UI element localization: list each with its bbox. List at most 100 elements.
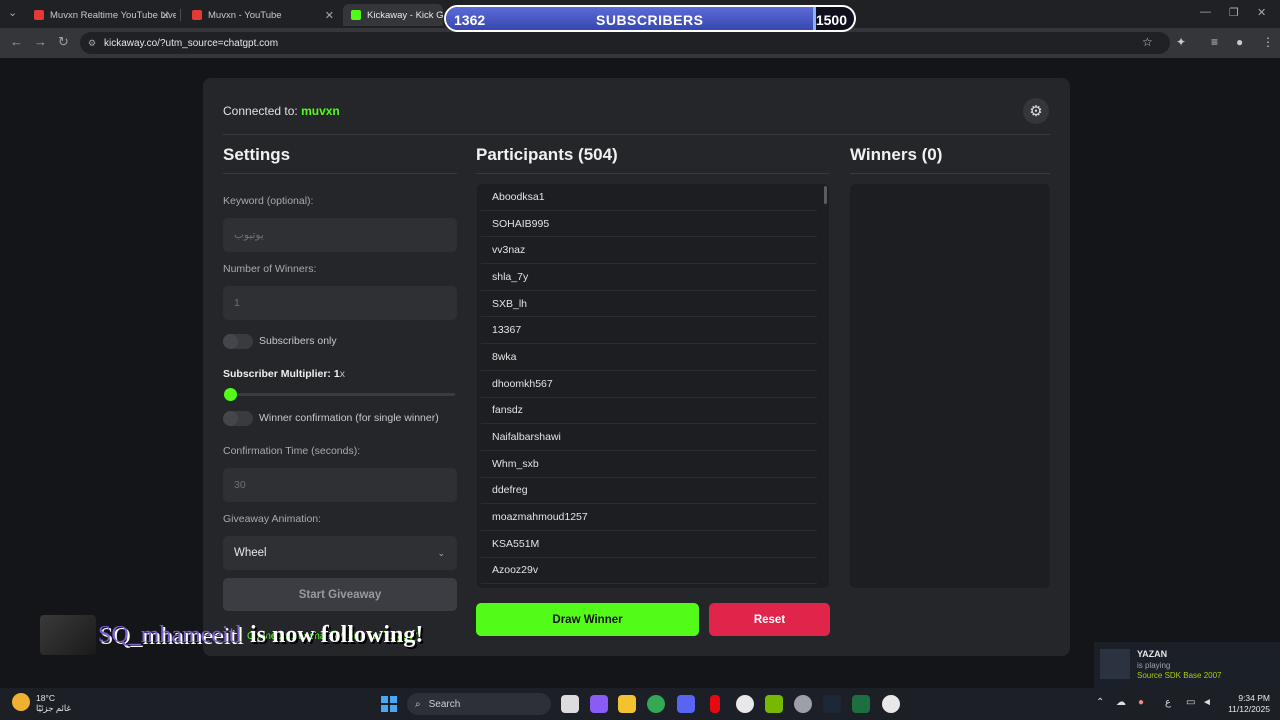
- tab-muvxn-realtime[interactable]: Muvxn Realtime YouTube Live S ✕: [26, 4, 176, 26]
- profile-avatar[interactable]: ●: [1236, 35, 1243, 49]
- search-icon: ⌕: [415, 698, 421, 710]
- participant-row: 8wka: [481, 344, 817, 371]
- tab-muvxn-youtube[interactable]: Muvxn - YouTube ✕: [184, 4, 340, 26]
- winners-count-input[interactable]: 1: [223, 286, 457, 320]
- confirmation-time-input[interactable]: 30: [223, 468, 457, 502]
- language-indicator[interactable]: ع: [1165, 697, 1171, 708]
- microphone-icon[interactable]: ●: [1138, 697, 1144, 708]
- close-tab-icon[interactable]: ✕: [161, 9, 170, 22]
- onedrive-icon[interactable]: ☁: [1116, 697, 1126, 708]
- winners-title: Winners (0): [850, 145, 943, 164]
- participant-row: Naifalbarshawi: [481, 424, 817, 451]
- winner-confirmation-label: Winner confirmation (for single winner): [259, 412, 439, 424]
- netflix-icon[interactable]: [710, 695, 720, 713]
- winner-confirmation-toggle[interactable]: [223, 411, 253, 426]
- address-bar[interactable]: kickaway.co/?utm_source=chatgpt.com: [80, 32, 1170, 54]
- multiplier-suffix: x: [339, 368, 345, 380]
- animation-selected-value: Wheel: [234, 547, 267, 559]
- tab-title: Kickaway - Kick Giveaw: [367, 9, 443, 21]
- menu-icon[interactable]: ⋮: [1262, 35, 1274, 49]
- keyword-label: Keyword (optional):: [223, 195, 314, 207]
- clock-time: 9:34 PM: [1238, 693, 1270, 703]
- participant-row: Azooz29v: [481, 558, 817, 585]
- close-tab-icon[interactable]: ✕: [325, 9, 334, 22]
- winners-count-label: Number of Winners:: [223, 263, 317, 275]
- participants-list[interactable]: Aboodksa1 SOHAIB995 vv3naz shla_7y SXB_lh 133…: [477, 184, 829, 588]
- nvidia-icon[interactable]: [765, 695, 783, 713]
- participant-row: vv3naz: [481, 237, 817, 265]
- multiplier-slider-handle[interactable]: [224, 388, 237, 401]
- friend-name: YAZAN: [1137, 649, 1168, 659]
- volume-icon[interactable]: ◄: [1202, 697, 1212, 708]
- close-window-icon[interactable]: ✕: [1257, 6, 1266, 19]
- youtube-favicon-icon: [34, 10, 44, 20]
- subscribers-only-toggle[interactable]: [223, 334, 253, 349]
- keyword-input[interactable]: يوتيوب: [223, 218, 457, 252]
- discord-icon[interactable]: [677, 695, 695, 713]
- task-view-icon[interactable]: [561, 695, 579, 713]
- temperature: 18°C: [36, 693, 55, 703]
- url-text: kickaway.co/?utm_source=chatgpt.com: [104, 37, 279, 49]
- chevron-down-icon: ⌄: [437, 547, 445, 558]
- file-explorer-icon[interactable]: [618, 695, 636, 713]
- friend-avatar: [1100, 649, 1130, 679]
- follow-alert-avatar: [40, 615, 96, 655]
- site-info-icon[interactable]: ⚙: [88, 38, 96, 49]
- windows-start-icon[interactable]: [381, 696, 397, 712]
- subscriber-count: 1362: [454, 12, 486, 28]
- divider: [476, 173, 829, 174]
- weather-description: غائم جزئيًا: [36, 703, 71, 713]
- app-icon[interactable]: [794, 695, 812, 713]
- steam-friend-notification[interactable]: YAZAN is playing Source SDK Base 2007: [1094, 642, 1280, 688]
- channel-name: muvxn: [301, 104, 340, 118]
- connected-label: Connected to:: [223, 104, 298, 118]
- settings-gear-button[interactable]: ⚙: [1023, 98, 1049, 124]
- animation-select[interactable]: Wheel ⌄: [223, 536, 457, 570]
- subscribers-only-label: Subscribers only: [259, 335, 337, 347]
- tab-list-icon[interactable]: ⌄: [8, 6, 17, 19]
- minimize-icon[interactable]: —: [1200, 6, 1211, 18]
- extensions-icon[interactable]: ✦: [1176, 35, 1186, 49]
- animation-label: Giveaway Animation:: [223, 513, 322, 525]
- clock[interactable]: 9:34 PM 11/12/2025: [1224, 693, 1270, 715]
- steam-icon[interactable]: [823, 695, 841, 713]
- friend-game: Source SDK Base 2007: [1137, 671, 1222, 680]
- youtube-favicon-icon: [192, 10, 202, 20]
- connection-status: Connected to: muvxn: [223, 104, 340, 118]
- keyword-placeholder: يوتيوب: [234, 229, 264, 241]
- participant-row: moazmahmoud1257: [481, 504, 817, 531]
- follower-name: SQ_mhameeitl: [98, 621, 242, 648]
- obs-icon[interactable]: [736, 695, 754, 713]
- browser-toolbar: ← → ↻ kickaway.co/?utm_source=chatgpt.co…: [0, 28, 1280, 58]
- back-icon[interactable]: ←: [10, 34, 23, 49]
- restore-icon[interactable]: ❐: [1229, 6, 1239, 19]
- divider: [223, 134, 1050, 135]
- copilot-icon[interactable]: [590, 695, 608, 713]
- participants-title: Participants (504): [476, 145, 618, 164]
- tab-kickaway[interactable]: Kickaway - Kick Giveaw: [343, 4, 443, 26]
- participant-row: fansdz: [481, 398, 817, 425]
- start-giveaway-button[interactable]: Start Giveaway: [223, 578, 457, 611]
- participant-row: ddefreg: [481, 478, 817, 505]
- kick-favicon-icon: [351, 10, 361, 20]
- participants-scrollbar[interactable]: [824, 186, 827, 204]
- logitech-icon[interactable]: [882, 695, 900, 713]
- reload-icon[interactable]: ↻: [58, 34, 69, 50]
- draw-winner-button[interactable]: Draw Winner: [476, 603, 699, 636]
- forward-icon[interactable]: →: [34, 34, 47, 49]
- taskbar-search[interactable]: ⌕ Search: [407, 693, 551, 715]
- chrome-icon[interactable]: [647, 695, 665, 713]
- reading-list-icon[interactable]: ≡: [1211, 35, 1218, 49]
- bookmark-star-icon[interactable]: ☆: [1142, 35, 1153, 49]
- excel-icon[interactable]: [852, 695, 870, 713]
- giveaway-panel: Connected to: muvxn ⚙ Settings Keyword (…: [203, 78, 1070, 656]
- multiplier-slider-track[interactable]: [229, 393, 455, 396]
- participant-row: Aboodksa1: [481, 184, 817, 211]
- show-hidden-icons-icon[interactable]: ⌃: [1096, 697, 1104, 708]
- subscriber-goal: 1500: [815, 12, 847, 28]
- reset-button[interactable]: Reset: [709, 603, 830, 636]
- search-label: Search: [428, 698, 461, 710]
- multiplier-label: Subscriber Multiplier: 1x: [223, 368, 345, 380]
- network-icon[interactable]: ▭: [1186, 697, 1195, 708]
- weather-widget[interactable]: 18°C غائم جزئيًا: [12, 693, 71, 713]
